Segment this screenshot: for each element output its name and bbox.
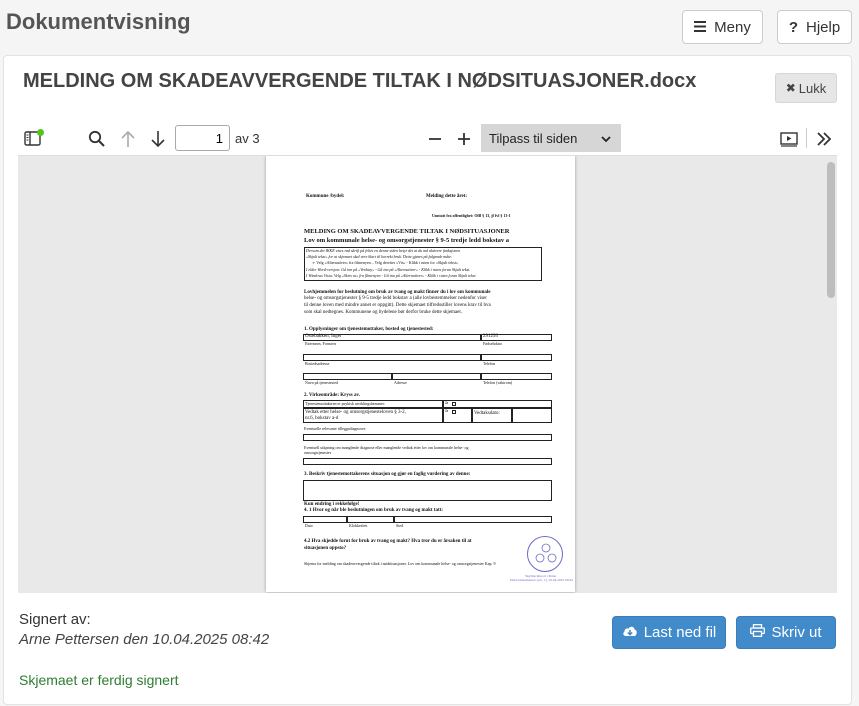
sidebar-toggle-icon[interactable]: [22, 128, 44, 150]
checkbox-icon: [452, 402, 456, 406]
page-section-heading: 4.2 Hva skjedde forut for bruk av tvang …: [304, 539, 472, 544]
pdf-toolbar: av 3 Tilpass til siden: [18, 124, 837, 154]
page-text: helse- og omsorgstjenester § 9-5 tredje …: [304, 296, 487, 301]
document-panel: MELDING OM SKADEAVVERGENDE TILTAK I NØDS…: [3, 55, 852, 705]
field-label: Navn på tjenestested: [305, 380, 339, 385]
zoom-select-value: Tilpass til siden: [489, 130, 578, 146]
field-label: Telefon: [483, 361, 496, 366]
checkbox-icon: [452, 410, 456, 414]
page-section-heading: situasjonen oppsto?: [304, 546, 347, 551]
page-text: ➢ Velg «Alternativer» fra filmenyen – Ve…: [312, 260, 458, 265]
form-field: [443, 400, 552, 408]
page-footer: Skjema for melding om skadeavvergende ti…: [304, 561, 496, 566]
page-text: Tjenestemottakeren er psykisk utviklings…: [305, 401, 385, 406]
form-field: [481, 373, 552, 380]
help-label: Hjelp: [805, 18, 841, 36]
page-text: Dersom det IKKE vises rød skrift på felt…: [306, 248, 461, 253]
page-number-input[interactable]: [175, 125, 230, 151]
field-label: Fødselsdato: [483, 341, 503, 346]
page-text: I Windows Vista: Velg «Skriv ut» fra fil…: [306, 273, 476, 278]
document-page: Kommune /bydel: Melding dette året: Unnt…: [266, 156, 575, 592]
page-text: «Skjult tekst» for at skjemaet skal vere…: [306, 254, 453, 259]
form-field: [512, 408, 552, 423]
page-text: I eldre Word-versjon: Gå inn på «Verktøy…: [306, 267, 471, 272]
page-text: Eventuelle relevante tilleggsdiagnoser:: [304, 426, 367, 431]
page-count: av 3: [235, 131, 260, 146]
page-heading: Lov om kommunale helse- og omsorgstjenes…: [304, 237, 510, 244]
page-section-heading: 3. Beskriv tjenestemottakerens situasjon…: [304, 472, 471, 477]
form-field: [303, 458, 552, 465]
status-dot: [37, 129, 44, 136]
cloud-download-icon: [622, 624, 638, 641]
page-text: Vedtaksdato:: [474, 411, 500, 416]
page-text: omsorgstjenester: [304, 450, 332, 455]
close-icon: ✖: [785, 81, 796, 95]
field-value: 291293: [483, 334, 498, 339]
page-text: Kun endring i rekkefølge!: [304, 502, 360, 507]
form-field: [303, 434, 552, 441]
field-label: Telefon (vaktrom): [483, 380, 513, 385]
page-text: Lovhjemmelen for beslutning om bruk av t…: [304, 290, 491, 295]
page-section-heading: 4. 1 Hvor og når ble beslutningen om bru…: [304, 508, 443, 513]
page-text: nr.6, bokstav a-d: [305, 416, 339, 421]
arrow-up-icon[interactable]: [117, 128, 139, 150]
page-text: Unntatt fra offentlighet: Offl § 13, jf …: [432, 213, 511, 218]
form-field: [392, 373, 481, 380]
arrow-down-icon[interactable]: [147, 128, 169, 150]
download-label: Last ned fil: [643, 624, 717, 641]
signed-by-label: Signert av:: [19, 611, 91, 628]
close-label: Lukk: [798, 80, 827, 96]
form-field: [347, 516, 394, 523]
field-label: Etternavn, Fornavn: [305, 341, 336, 346]
document-title: MELDING OM SKADEAVVERGENDE TILTAK I NØDS…: [23, 70, 697, 92]
question-icon: ?: [788, 18, 798, 36]
signature-stamp-icon: [527, 536, 563, 572]
page-text: Kommune /bydel:: [306, 194, 345, 199]
zoom-in-icon[interactable]: [453, 128, 475, 150]
page-text: Vedtak etter helse- og omsorgstjenestelo…: [305, 410, 406, 415]
document-viewer[interactable]: Kommune /bydel: Melding dette året: Unnt…: [18, 155, 837, 593]
printer-icon: [750, 624, 766, 641]
page-title: Dokumentvisning: [6, 9, 191, 34]
hamburger-icon: [694, 19, 707, 36]
field-label: Sted: [396, 523, 404, 528]
print-button[interactable]: Skriv ut: [736, 616, 836, 649]
signed-by-value: Arne Pettersen den 10.04.2025 08:42: [19, 631, 270, 648]
page-section-heading: 1. Opplysninger om tjenestemottaker, bos…: [304, 327, 434, 332]
field-label: Adresse: [394, 380, 407, 385]
menu-label: Meny: [714, 18, 751, 36]
toolbar-divider: [806, 128, 807, 148]
form-field: [303, 373, 392, 380]
field-label: Dato: [305, 523, 313, 528]
field-label: Bostedsadresse: [305, 361, 330, 366]
page-text: Melding dette året:: [426, 194, 468, 199]
download-button[interactable]: Last ned fil: [612, 616, 726, 649]
menu-button[interactable]: Meny: [682, 10, 763, 44]
stamp-text: Dabe Dokumenter (ver. 1), 10.04.2025 08:…: [510, 578, 574, 582]
print-label: Skriv ut: [771, 624, 822, 641]
page-text: til denne loven med mindre annet er oppg…: [304, 303, 491, 308]
form-field: [303, 354, 481, 361]
field-label: Klokkeslett: [349, 523, 368, 528]
presentation-icon[interactable]: [778, 128, 800, 150]
page-section-heading: 2. Virkeområde: Kryss av.: [304, 393, 360, 398]
field-value: Ostebakken, Inger: [305, 334, 342, 339]
form-field: [303, 516, 347, 523]
page-text: Ja: [445, 400, 449, 405]
page-heading: MELDING OM SKADEAVVERGENDE TILTAK I NØDS…: [304, 228, 510, 235]
search-icon[interactable]: [86, 128, 108, 150]
form-field: [394, 516, 552, 523]
double-chevron-right-icon[interactable]: [813, 128, 835, 150]
page-text: Ja: [445, 408, 449, 413]
signing-status: Skjemaet er ferdig signert: [19, 672, 179, 688]
close-button[interactable]: ✖ Lukk: [775, 73, 837, 103]
zoom-out-icon[interactable]: [424, 128, 446, 150]
form-field: [303, 480, 552, 501]
help-button[interactable]: ? Hjelp: [777, 10, 852, 44]
page-text: som skal nedtegnes. Kommunene og bydelen…: [304, 310, 463, 315]
zoom-select[interactable]: Tilpass til siden: [481, 124, 621, 152]
vertical-scrollbar[interactable]: [827, 162, 835, 298]
chevron-down-icon: [601, 132, 611, 147]
form-field: [481, 354, 552, 361]
